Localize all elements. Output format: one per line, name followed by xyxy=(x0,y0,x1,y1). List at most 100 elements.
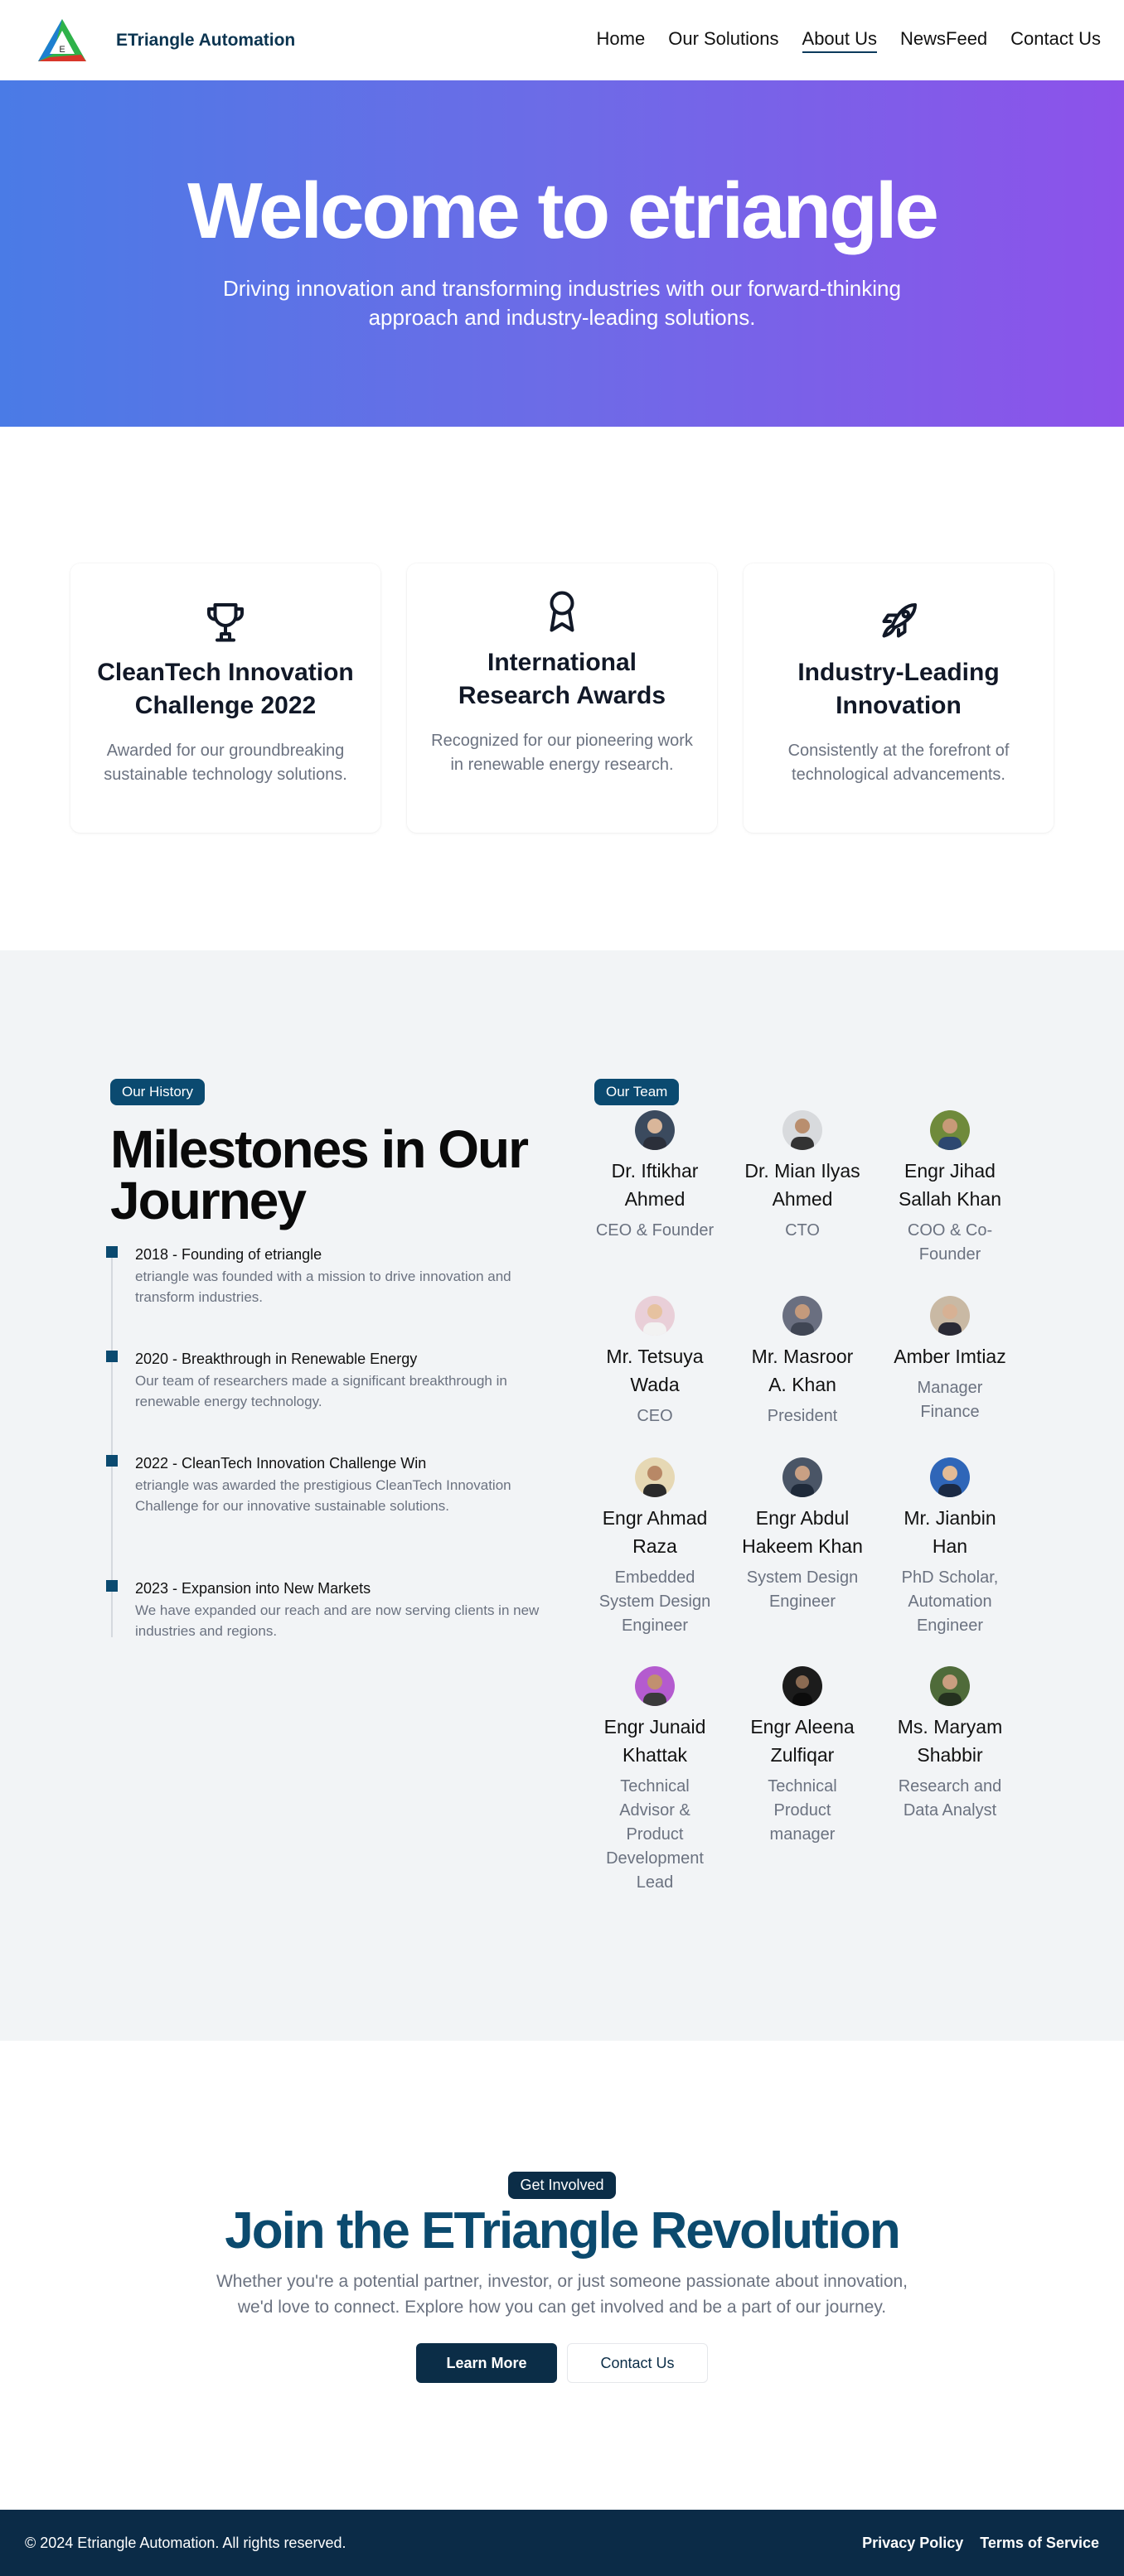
timeline-item-title: 2023 - Expansion into New Markets xyxy=(135,1580,371,1597)
member-name: Ms. Maryam Shabbir xyxy=(897,1716,1003,1766)
team-member: Engr Junaid Khattak Technical Advisor & … xyxy=(594,1666,715,1895)
team-grid: Dr. Iftikhar Ahmed CEO & Founder Dr. Mia… xyxy=(594,1110,1042,1895)
team-column: Our Team Dr. Iftikhar Ahmed CEO & Founde… xyxy=(594,1079,1042,1895)
award-card: International Research Awards Recognized… xyxy=(407,563,717,833)
avatar xyxy=(635,1110,675,1150)
member-name: Mr. Jianbin Han xyxy=(904,1507,996,1557)
member-role: Technical Advisor & Product Development … xyxy=(606,1777,704,1892)
trophy-icon xyxy=(207,603,244,642)
team-member: Mr. Masroor A. Khan President xyxy=(742,1296,863,1457)
member-name: Engr Ahmad Raza xyxy=(602,1507,708,1557)
cta-buttons: Learn More Contact Us xyxy=(416,2343,708,2383)
timeline-item-text: etriangle was awarded the prestigious Cl… xyxy=(135,1477,511,1514)
timeline-marker xyxy=(106,1246,118,1258)
member-role: Manager Finance xyxy=(917,1379,983,1421)
award-title: CleanTech Innovation Challenge 2022 xyxy=(97,659,354,719)
avatar xyxy=(930,1457,970,1497)
avatar xyxy=(635,1666,675,1706)
main-nav: Home Our Solutions About Us NewsFeed Con… xyxy=(597,28,1101,53)
timeline-item: 2020 - Breakthrough in Renewable Energy … xyxy=(106,1349,541,1453)
award-title: International Research Awards xyxy=(458,649,666,709)
nav-contact-us[interactable]: Contact Us xyxy=(1010,28,1101,53)
cta-title: Join the ETriangle Revolution xyxy=(225,2202,901,2259)
award-title: Industry-Leading Innovation xyxy=(797,659,1000,719)
rocket-icon xyxy=(882,603,917,638)
avatar xyxy=(782,1457,822,1497)
team-member: Ms. Maryam Shabbir Research and Data Ana… xyxy=(889,1666,1010,1895)
timeline-item-title: 2018 - Founding of etriangle xyxy=(135,1246,322,1263)
member-role: COO & Co-Founder xyxy=(907,1221,993,1264)
team-tag: Our Team xyxy=(594,1079,680,1105)
avatar xyxy=(782,1666,822,1706)
timeline-item: 2018 - Founding of etriangle etriangle w… xyxy=(106,1245,541,1349)
avatar xyxy=(635,1296,675,1336)
award-text: Awarded for our groundbreaking sustainab… xyxy=(104,742,347,784)
timeline-marker xyxy=(106,1351,118,1362)
member-role: PhD Scholar, Automation Engineer xyxy=(901,1568,999,1635)
history-column: Our History Milestones in Our Journey 20… xyxy=(106,1079,541,1641)
award-text: Recognized for our pioneering work in re… xyxy=(431,732,693,774)
member-role: Research and Data Analyst xyxy=(898,1777,1002,1820)
svg-text:E: E xyxy=(59,45,65,55)
member-name: Mr. Masroor A. Khan xyxy=(751,1346,854,1395)
member-name: Amber Imtiaz xyxy=(894,1346,1006,1367)
terms-of-service-link[interactable]: Terms of Service xyxy=(980,2535,1099,2552)
team-member: Amber Imtiaz Manager Finance xyxy=(889,1296,1010,1457)
nav-our-solutions[interactable]: Our Solutions xyxy=(668,28,778,53)
timeline-item-text: Our team of researchers made a significa… xyxy=(135,1373,507,1409)
avatar xyxy=(782,1110,822,1150)
copyright: © 2024 Etriangle Automation. All rights … xyxy=(25,2534,346,2551)
brand-name: ETriangle Automation xyxy=(116,30,296,50)
timeline-item-title: 2020 - Breakthrough in Renewable Energy xyxy=(135,1351,418,1367)
member-role: CEO & Founder xyxy=(595,1221,715,1240)
timeline: 2018 - Founding of etriangle etriangle w… xyxy=(106,1245,541,1641)
member-name: Mr. Tetsuya Wada xyxy=(606,1346,704,1395)
team-member: Engr Abdul Hakeem Khan System Design Eng… xyxy=(742,1457,863,1666)
team-member: Engr Aleena Zulfiqar Technical Product m… xyxy=(742,1666,863,1895)
timeline-marker xyxy=(106,1580,118,1592)
timeline-item-title: 2022 - CleanTech Innovation Challenge Wi… xyxy=(135,1455,427,1472)
awards-section: CleanTech Innovation Challenge 2022 Awar… xyxy=(0,427,1124,950)
cta-text: Whether you're a potential partner, inve… xyxy=(216,2272,908,2317)
hero-section: Welcome to etriangle Driving innovation … xyxy=(0,80,1124,427)
team-member: Engr Jihad Sallah Khan COO & Co-Founder xyxy=(889,1110,1010,1296)
member-name: Engr Aleena Zulfiqar xyxy=(750,1716,855,1766)
hero-subtitle: Driving innovation and transforming indu… xyxy=(223,276,901,330)
team-member: Mr. Tetsuya Wada CEO xyxy=(594,1296,715,1457)
award-text: Consistently at the forefront of technol… xyxy=(787,742,1010,784)
timeline-item-text: We have expanded our reach and are now s… xyxy=(135,1602,540,1639)
brand[interactable]: E ETriangle Automation xyxy=(33,16,295,65)
about-section: Our History Milestones in Our Journey 20… xyxy=(0,950,1124,2041)
award-card: CleanTech Innovation Challenge 2022 Awar… xyxy=(70,563,380,833)
avatar xyxy=(930,1666,970,1706)
member-role: CEO xyxy=(637,1407,673,1425)
learn-more-button[interactable]: Learn More xyxy=(416,2343,557,2383)
footer-links: Privacy Policy Terms of Service xyxy=(862,2535,1099,2552)
member-name: Dr. Mian Ilyas Ahmed xyxy=(744,1160,860,1210)
avatar xyxy=(635,1457,675,1497)
team-member: Dr. Iftikhar Ahmed CEO & Founder xyxy=(594,1110,715,1296)
member-role: Technical Product manager xyxy=(768,1777,837,1844)
nav-home[interactable]: Home xyxy=(597,28,646,53)
privacy-policy-link[interactable]: Privacy Policy xyxy=(862,2535,963,2552)
member-name: Engr Jihad Sallah Khan xyxy=(898,1160,1002,1210)
member-name: Dr. Iftikhar Ahmed xyxy=(611,1160,699,1210)
award-icon xyxy=(550,591,574,632)
hero-title: Welcome to etriangle xyxy=(187,167,939,255)
award-card: Industry-Leading Innovation Consistently… xyxy=(744,563,1054,833)
timeline-item: 2022 - CleanTech Innovation Challenge Wi… xyxy=(106,1453,541,1578)
avatar xyxy=(930,1110,970,1150)
member-name: Engr Junaid Khattak xyxy=(603,1716,706,1766)
member-name: Engr Abdul Hakeem Khan xyxy=(742,1507,863,1557)
timeline-item: 2023 - Expansion into New Markets We hav… xyxy=(106,1578,541,1641)
avatar xyxy=(930,1296,970,1336)
nav-about-us[interactable]: About Us xyxy=(802,28,878,53)
member-role: President xyxy=(767,1407,838,1425)
timeline-item-text: etriangle was founded with a mission to … xyxy=(135,1269,511,1305)
team-member: Dr. Mian Ilyas Ahmed CTO xyxy=(742,1110,863,1296)
member-role: CTO xyxy=(785,1221,820,1240)
team-member: Engr Ahmad Raza Embedded System Design E… xyxy=(594,1457,715,1666)
timeline-marker xyxy=(106,1455,118,1467)
nav-newsfeed[interactable]: NewsFeed xyxy=(900,28,987,53)
contact-us-button[interactable]: Contact Us xyxy=(567,2343,708,2383)
